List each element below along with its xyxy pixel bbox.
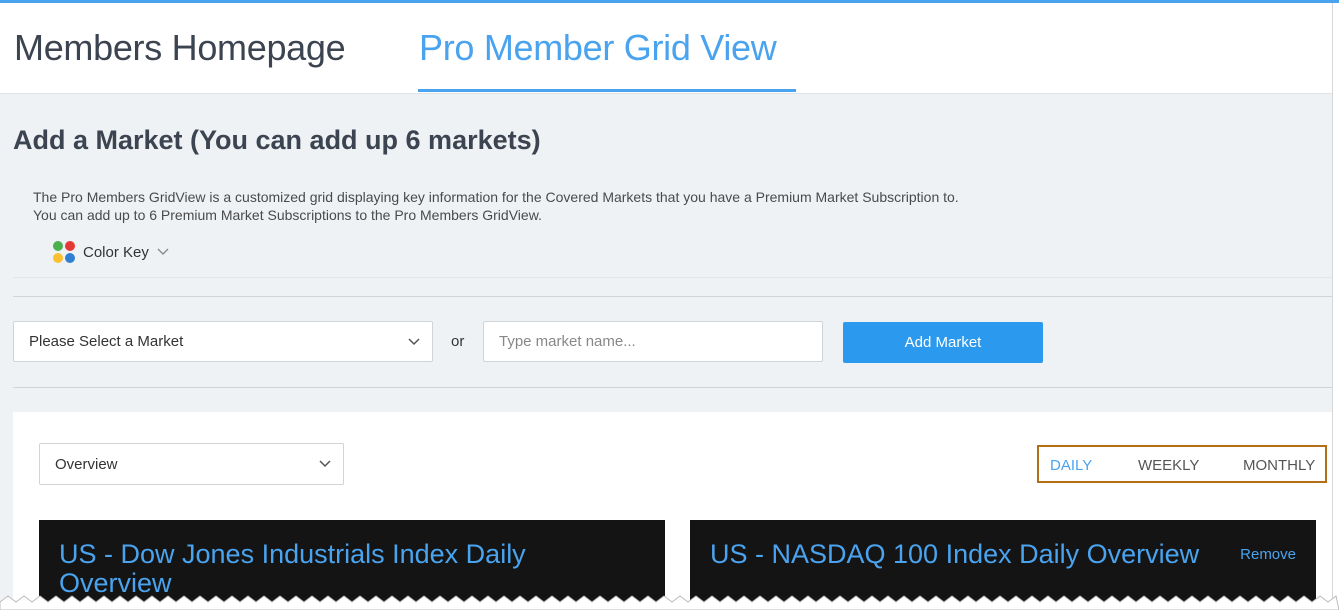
color-key-label: Color Key [83,243,149,261]
market-select-value: Please Select a Market [29,333,184,350]
tab-pro-member-grid-view[interactable]: Pro Member Grid View [419,27,777,69]
add-market-title: Add a Market (You can add up 6 markets) [13,125,541,155]
add-market-description: The Pro Members GridView is a customized… [33,188,959,224]
divider [13,296,1332,297]
add-market-button[interactable]: Add Market [843,322,1043,363]
color-key-toggle[interactable]: Color Key [52,240,169,264]
chevron-down-icon [408,335,420,349]
chevron-down-icon [157,245,169,259]
view-select[interactable]: Overview [39,443,344,485]
or-label: or [451,333,465,350]
color-key-icon [52,240,76,264]
divider [13,387,1332,388]
period-weekly[interactable]: WEEKLY [1138,457,1199,474]
market-name-input[interactable] [483,321,823,362]
page-header: Members Homepage Pro Member Grid View [0,3,1332,94]
tab-members-homepage[interactable]: Members Homepage [14,27,346,69]
description-line-1: The Pro Members GridView is a customized… [33,189,959,205]
view-select-value: Overview [55,455,118,473]
chevron-down-icon [319,457,331,471]
active-tab-indicator [418,89,796,92]
vertical-scrollbar[interactable] [1332,3,1339,610]
period-selector: DAILY WEEKLY MONTHLY [1037,445,1327,483]
torn-edge-decoration [0,595,1339,610]
remove-card-button[interactable]: Remove [1240,546,1296,563]
divider [13,277,1332,278]
period-daily[interactable]: DAILY [1050,457,1092,474]
card-title[interactable]: US - Dow Jones Industrials Index Daily O… [59,540,579,598]
period-monthly[interactable]: MONTHLY [1243,457,1315,474]
description-line-2: You can add up to 6 Premium Market Subsc… [33,207,542,223]
card-title[interactable]: US - NASDAQ 100 Index Daily Overview [710,540,1199,569]
market-select[interactable]: Please Select a Market [13,321,433,362]
